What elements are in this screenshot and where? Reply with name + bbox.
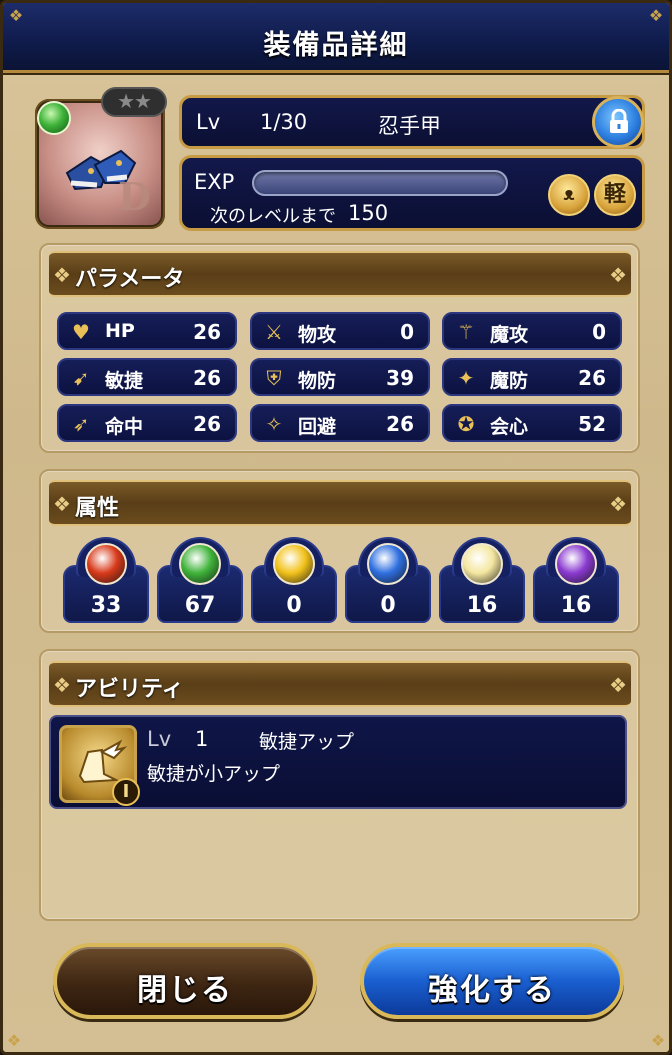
level-bar: Lv 1/30 忍手甲 (179, 95, 645, 149)
ornament-icon: ❖ (609, 492, 627, 516)
equip-type-icon: ᴥ (548, 174, 590, 216)
ability-level: 1 (195, 727, 209, 751)
stat-value: 52 (578, 412, 606, 436)
ornament-icon: ❖ (609, 263, 627, 287)
star-rating: ★★ (101, 87, 167, 117)
heart-icon: ♥ (72, 320, 90, 344)
stat-6: ➶ 命中 26 (57, 404, 237, 442)
stat-value: 26 (578, 366, 606, 390)
attributes-title: 属性 (75, 496, 120, 521)
stat-name: 魔攻 (490, 324, 529, 346)
attribute-dark: 16 (533, 537, 619, 625)
enhance-button[interactable]: 強化する (360, 943, 624, 1019)
ability-title: アビリティ (75, 677, 184, 702)
parameters-title: パラメータ (75, 267, 185, 292)
attribute-value: 16 (466, 593, 498, 618)
dialog-title: 装備品詳細 (263, 30, 409, 61)
shield-icon: ⛨ (266, 366, 282, 390)
stat-1: ⚔ 物攻 0 (250, 312, 430, 350)
attribute-fire: 33 (63, 537, 149, 625)
dialog-header: ❖ ❖ 装備品詳細 (3, 3, 669, 73)
corner-ornament-icon: ❖ (650, 1031, 666, 1050)
fire-orb-icon (85, 543, 127, 585)
weight-badge: 軽 (594, 174, 636, 216)
attribute-value: 33 (90, 593, 122, 618)
parameters-header: ❖ パラメータ ❖ (49, 251, 631, 297)
stat-4: ⛨ 物防 39 (250, 358, 430, 396)
next-level-exp: 150 (348, 201, 389, 225)
attribute-value: 0 (380, 593, 396, 618)
stat-value: 26 (193, 412, 221, 436)
stat-value: 0 (400, 320, 414, 344)
stat-name: 物防 (298, 370, 337, 392)
critical-icon: ✪ (457, 412, 475, 436)
ability-name: 敏捷アップ (259, 731, 355, 753)
wing-boot-icon: ➹ (72, 366, 90, 390)
level-label: Lv (196, 110, 221, 134)
thunder-orb-icon (273, 543, 315, 585)
stat-2: ⚚ 魔攻 0 (442, 312, 622, 350)
attribute-value: 16 (560, 593, 592, 618)
ability-level-label: Lv (147, 727, 172, 751)
stat-name: HP (105, 320, 135, 342)
stat-name: 魔防 (490, 370, 529, 392)
equipment-detail-dialog: ❖ ❖ 装備品詳細 D ★★ Lv 1/30 忍手甲 EXP 次のレベルまで 1… (0, 0, 672, 1055)
attribute-light: 16 (439, 537, 525, 625)
close-button[interactable]: 閉じる (53, 943, 317, 1019)
corner-ornament-icon: ❖ (6, 1031, 22, 1050)
ornament-icon: ❖ (53, 673, 71, 697)
ornament-icon: ❖ (53, 492, 71, 516)
stat-7: ✧ 回避 26 (250, 404, 430, 442)
stat-0: ♥ HP 26 (57, 312, 237, 350)
wind-orb-icon (179, 543, 221, 585)
stat-value: 26 (386, 412, 414, 436)
lock-icon (610, 109, 628, 133)
exp-bar: EXP 次のレベルまで 150 ᴥ 軽 (179, 155, 645, 231)
stat-name: 命中 (105, 416, 144, 438)
ability-row[interactable]: I Lv 1 敏捷アップ 敏捷が小アップ (49, 715, 627, 809)
winged-boot-icon: I (59, 725, 140, 806)
stat-name: 物攻 (298, 324, 337, 346)
light-orb-icon (461, 543, 503, 585)
exp-gauge (252, 170, 508, 196)
attribute-wind: 67 (157, 537, 243, 625)
stat-5: ✦ 魔防 26 (442, 358, 622, 396)
stat-value: 26 (193, 320, 221, 344)
stat-value: 26 (193, 366, 221, 390)
item-name: 忍手甲 (378, 114, 441, 138)
water-orb-icon (367, 543, 409, 585)
enhance-button-label: 強化する (428, 973, 556, 1008)
evade-icon: ✧ (265, 412, 283, 436)
exp-label: EXP (194, 170, 235, 194)
stat-3: ➹ 敏捷 26 (57, 358, 237, 396)
magic-defense-icon: ✦ (457, 366, 475, 390)
ability-description: 敏捷が小アップ (147, 763, 281, 785)
close-button-label: 閉じる (137, 973, 233, 1008)
attribute-thunder: 0 (251, 537, 337, 625)
stat-name: 敏捷 (105, 370, 144, 392)
dark-orb-icon (555, 543, 597, 585)
rank-letter: D (118, 174, 151, 219)
ability-tier: I (112, 778, 140, 806)
attributes-header: ❖ 属性 ❖ (49, 480, 631, 526)
attribute-value: 67 (184, 593, 216, 618)
stat-name: 回避 (298, 416, 337, 438)
lock-button[interactable] (592, 96, 644, 148)
attribute-water: 0 (345, 537, 431, 625)
ornament-icon: ❖ (609, 673, 627, 697)
ability-header: ❖ アビリティ ❖ (49, 661, 631, 707)
stat-name: 会心 (490, 416, 529, 438)
staff-icon: ⚚ (457, 320, 475, 344)
bow-icon: ➶ (72, 412, 90, 436)
equipment-icon: D (35, 99, 165, 229)
ornament-icon: ❖ (53, 263, 71, 287)
stat-8: ✪ 会心 52 (442, 404, 622, 442)
stat-value: 39 (386, 366, 414, 390)
attribute-value: 0 (286, 593, 302, 618)
sword-icon: ⚔ (265, 320, 283, 344)
wind-orb-icon (37, 101, 71, 135)
stat-value: 0 (592, 320, 606, 344)
level-value: 1/30 (260, 110, 308, 134)
next-level-label: 次のレベルまで (210, 206, 336, 227)
